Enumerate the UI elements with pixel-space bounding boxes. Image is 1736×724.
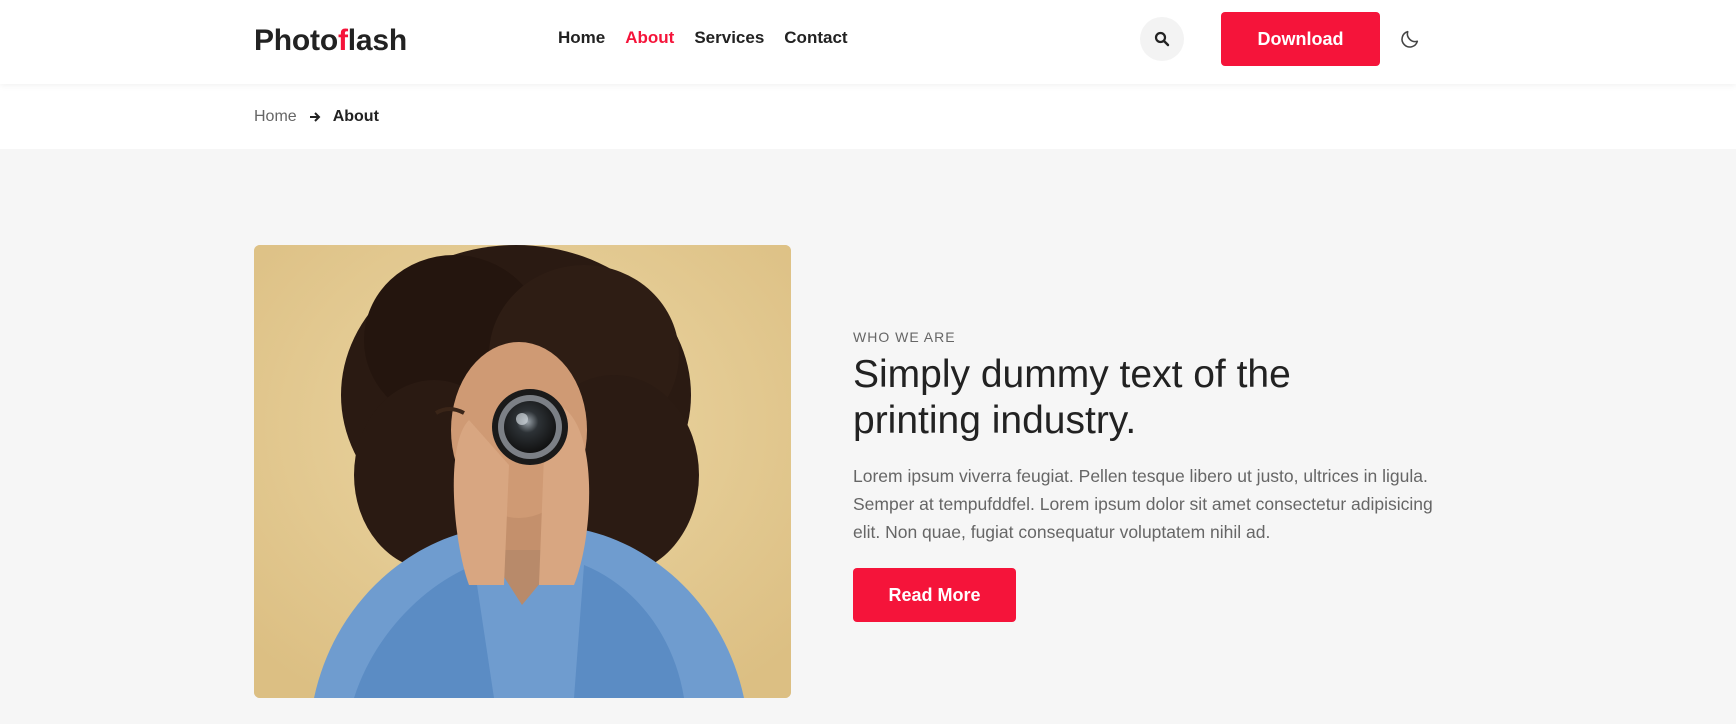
logo[interactable]: Photoflash <box>254 24 407 58</box>
theme-toggle[interactable] <box>1397 26 1423 52</box>
search-icon <box>1154 31 1170 47</box>
logo-accent: f <box>337 24 348 57</box>
breadcrumb-bar: Home About <box>0 84 1736 149</box>
logo-suffix: lash <box>347 24 408 57</box>
breadcrumb-current: About <box>332 108 379 125</box>
section-body: Lorem ipsum viverra feugiat. Pellen tesq… <box>853 466 1433 542</box>
nav-home[interactable]: Home <box>558 28 605 48</box>
logo-prefix: Photo <box>254 24 338 57</box>
nav-about[interactable]: About <box>625 28 674 48</box>
breadcrumb: Home About <box>254 108 379 126</box>
nav-contact[interactable]: Contact <box>784 28 847 48</box>
search-button[interactable] <box>1140 17 1184 61</box>
read-more-button[interactable]: Read More <box>853 568 1016 622</box>
section-eyebrow: WHO WE ARE <box>853 329 956 345</box>
main-nav: Home About Services Contact <box>558 28 848 48</box>
nav-services[interactable]: Services <box>694 28 764 48</box>
breadcrumb-home[interactable]: Home <box>254 108 297 126</box>
about-photo <box>254 245 791 698</box>
site-header: Photoflash Home About Services Contact D… <box>0 0 1736 84</box>
arrow-right-icon <box>309 112 321 122</box>
moon-icon <box>1401 30 1419 48</box>
section-headline: Simply dummy text of the printing indust… <box>853 353 1291 442</box>
photographer-illustration <box>254 245 791 698</box>
download-button[interactable]: Download <box>1221 12 1380 66</box>
